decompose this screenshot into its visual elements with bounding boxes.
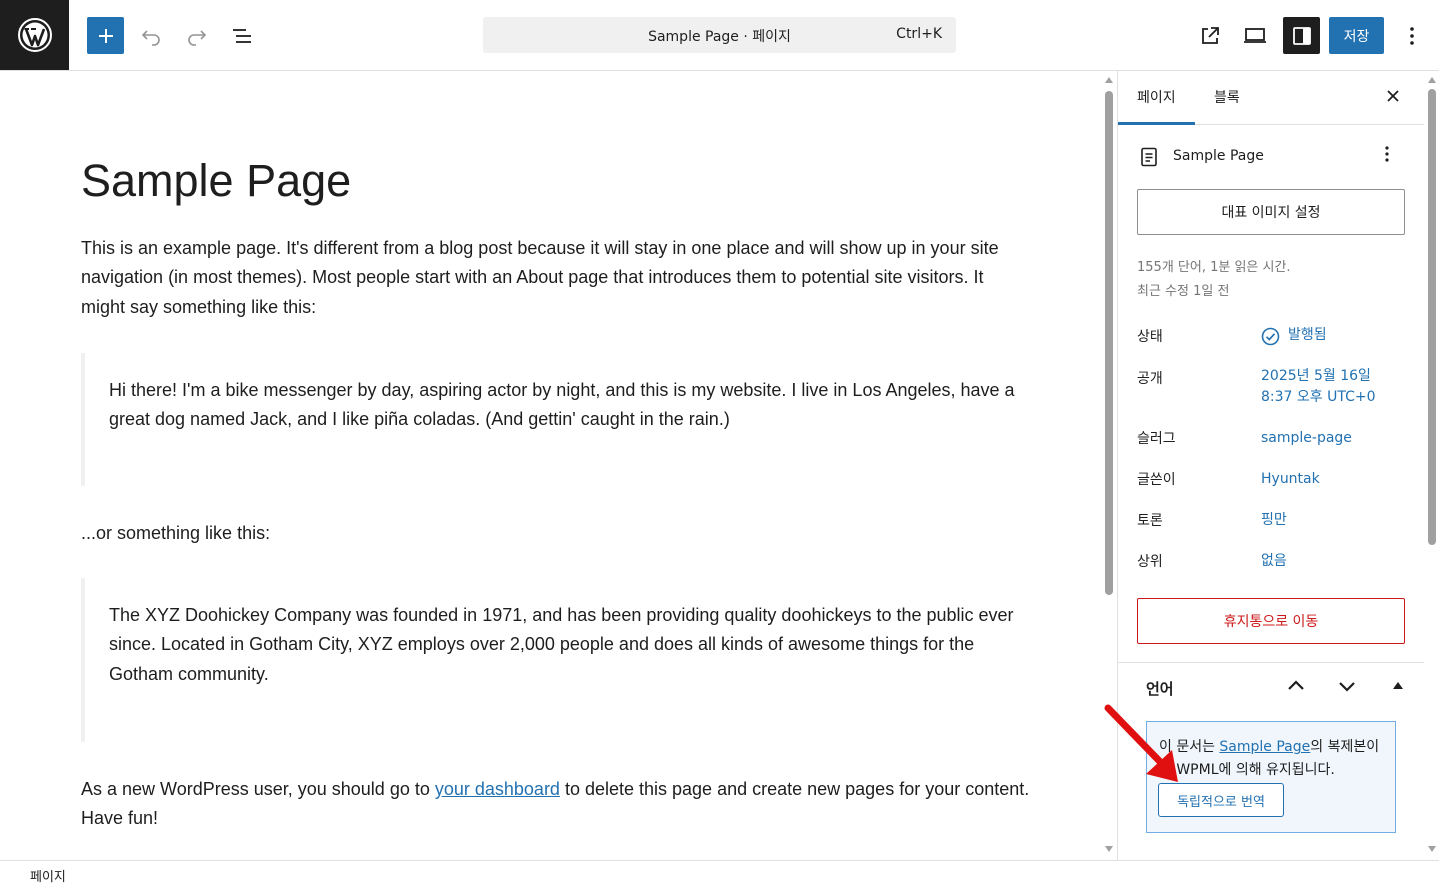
settings-toggle-button[interactable] xyxy=(1283,17,1320,54)
paragraph-block[interactable]: ...or something like this: xyxy=(81,519,1031,548)
sidebar-icon xyxy=(1292,26,1311,45)
page-title[interactable]: Sample Page xyxy=(81,155,351,207)
move-panel-up-button[interactable] xyxy=(1286,676,1306,700)
document-overview-button[interactable] xyxy=(223,17,260,54)
page-document-icon xyxy=(1141,147,1157,167)
add-block-button[interactable] xyxy=(87,17,124,54)
wordpress-icon xyxy=(17,18,52,52)
scrollbar-thumb[interactable] xyxy=(1428,89,1436,545)
author-label: 글쓴이 xyxy=(1137,472,1176,488)
discussion-label: 토론 xyxy=(1137,513,1163,529)
annotation-arrow-icon xyxy=(1104,704,1178,782)
close-sidebar-button[interactable] xyxy=(1386,87,1400,108)
slug-value-button[interactable]: sample-page xyxy=(1261,428,1352,449)
quote-block[interactable]: Hi there! I'm a bike messenger by day, a… xyxy=(81,353,1031,486)
status-label: 상태 xyxy=(1137,329,1163,345)
slug-label: 슬러그 xyxy=(1137,431,1176,447)
more-vertical-icon xyxy=(1385,146,1389,162)
last-modified-text: 최근 수정 1일 전 xyxy=(1137,284,1230,299)
collapse-panel-toggle[interactable] xyxy=(1393,682,1403,689)
redo-icon xyxy=(187,29,206,46)
divider xyxy=(1118,662,1424,663)
scroll-down-arrow[interactable] xyxy=(1105,846,1113,852)
paragraph-block[interactable]: This is an example page. It's different … xyxy=(81,234,1031,322)
set-featured-image-button[interactable]: 대표 이미지 설정 xyxy=(1137,189,1405,235)
scroll-up-arrow[interactable] xyxy=(1105,77,1113,83)
publish-label: 공개 xyxy=(1137,371,1163,387)
scroll-down-arrow[interactable] xyxy=(1428,846,1436,852)
editor-footer: 페이지 xyxy=(0,860,1439,888)
breadcrumb[interactable]: 페이지 xyxy=(30,866,66,885)
sidebar-scrollbar[interactable] xyxy=(1424,71,1439,860)
list-view-icon xyxy=(232,28,251,43)
redo-button[interactable] xyxy=(178,17,215,54)
preview-device-button[interactable] xyxy=(1236,17,1273,54)
chevron-up-icon xyxy=(1288,680,1304,690)
external-link-icon xyxy=(1201,26,1219,44)
command-palette-bar[interactable]: Sample Page · 페이지 Ctrl+K xyxy=(483,17,956,53)
scroll-up-arrow[interactable] xyxy=(1428,77,1436,83)
chevron-down-icon xyxy=(1339,682,1355,692)
command-bar-shortcut: Ctrl+K xyxy=(896,26,942,42)
paragraph-block[interactable]: As a new WordPress user, you should go t… xyxy=(81,775,1031,834)
language-panel-title[interactable]: 언어 xyxy=(1146,678,1174,699)
quote-text[interactable]: Hi there! I'm a bike messenger by day, a… xyxy=(109,376,1019,435)
author-value-button[interactable]: Hyuntak xyxy=(1261,469,1320,490)
options-button[interactable] xyxy=(1393,17,1430,54)
save-button[interactable]: 저장 xyxy=(1329,17,1384,54)
parent-label: 상위 xyxy=(1137,554,1163,570)
publish-date-button[interactable]: 2025년 5월 16일 8:37 오후 UTC+0 xyxy=(1261,366,1376,408)
editor-top-toolbar: Sample Page · 페이지 Ctrl+K 저장 xyxy=(0,0,1439,71)
undo-button[interactable] xyxy=(132,17,169,54)
scrollbar-thumb[interactable] xyxy=(1105,91,1113,595)
dashboard-link[interactable]: your dashboard xyxy=(435,779,560,799)
plus-icon xyxy=(98,28,113,43)
move-to-trash-button[interactable]: 휴지통으로 이동 xyxy=(1137,598,1405,644)
discussion-value-button[interactable]: 핑만 xyxy=(1261,510,1287,531)
notice-text: 이 문서는 Sample Page의 복제본이며 WPML에 의해 유지됩니다. xyxy=(1159,736,1391,782)
undo-icon xyxy=(141,29,160,46)
published-check-icon xyxy=(1261,327,1280,346)
publish-date-line: 2025년 5월 16일 xyxy=(1261,368,1371,384)
view-page-button[interactable] xyxy=(1191,17,1228,54)
close-icon xyxy=(1387,90,1399,102)
active-tab-indicator xyxy=(1118,122,1195,125)
quote-block[interactable]: The XYZ Doohickey Company was founded in… xyxy=(81,578,1031,742)
original-page-link[interactable]: Sample Page xyxy=(1219,739,1310,755)
editor-canvas[interactable]: Sample Page This is an example page. It'… xyxy=(0,71,1117,860)
tab-block[interactable]: 블록 xyxy=(1214,87,1240,107)
sidebar-tabs: 페이지 블록 xyxy=(1118,71,1424,125)
status-value-button[interactable]: 발행됨 xyxy=(1288,325,1327,346)
tab-page[interactable]: 페이지 xyxy=(1137,87,1176,107)
paragraph-text: As a new WordPress user, you should go t… xyxy=(81,779,435,799)
parent-value-button[interactable]: 없음 xyxy=(1261,551,1287,572)
desktop-icon xyxy=(1243,27,1266,43)
word-count-text: 155개 단어, 1분 읽은 시간. xyxy=(1137,260,1291,275)
publish-time-line: 8:37 오후 UTC+0 xyxy=(1261,389,1376,405)
command-bar-title: Sample Page · 페이지 xyxy=(648,29,791,45)
move-panel-down-button[interactable] xyxy=(1337,676,1357,700)
document-title: Sample Page xyxy=(1173,148,1264,164)
wordpress-logo-button[interactable] xyxy=(0,0,69,70)
document-actions-button[interactable] xyxy=(1384,145,1390,167)
quote-text[interactable]: The XYZ Doohickey Company was founded in… xyxy=(109,601,1019,689)
more-vertical-icon xyxy=(1409,26,1414,45)
